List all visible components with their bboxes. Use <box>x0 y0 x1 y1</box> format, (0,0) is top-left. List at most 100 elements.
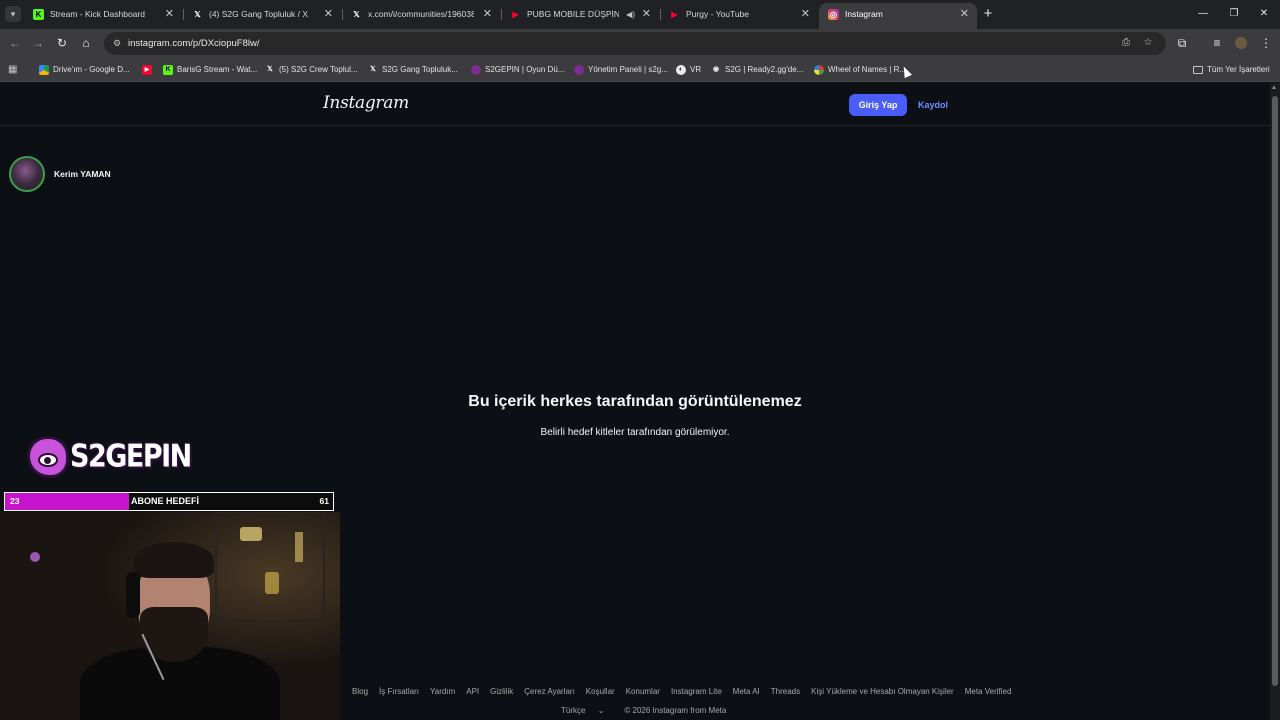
footer-link-jobs[interactable]: İş Fırsatları <box>379 687 419 696</box>
tab-x-communities-url[interactable]: 𝕏 x.com/i/communities/19603868 ✕ <box>342 3 500 26</box>
bookmark-star-icon[interactable]: ☆ <box>1141 36 1155 50</box>
subscriber-target: 61 <box>319 496 329 506</box>
language-label: Türkçe <box>561 706 586 715</box>
menu-dots-icon[interactable]: ⋮ <box>1257 34 1275 52</box>
close-window-icon[interactable]: ✕ <box>1255 5 1273 23</box>
subscriber-count: 23 <box>10 496 20 506</box>
footer-link-terms[interactable]: Koşullar <box>586 687 615 696</box>
instagram-icon: ◎ <box>828 9 839 20</box>
profile-name[interactable]: Kerim YAMAN <box>54 169 111 179</box>
tab-pubg-mobile[interactable]: ▶ PUBG MOBILE DÜŞPİN LİGİ ◀) ✕ <box>501 3 659 26</box>
language-select[interactable]: Türkçe ⌄ <box>561 706 614 715</box>
bookmark-vr[interactable]: ◐ VR <box>676 58 701 82</box>
footer-link-locations[interactable]: Konumlar <box>626 687 660 696</box>
youtube-icon: ▶ <box>142 64 152 75</box>
subscriber-goal-fill <box>5 493 129 510</box>
close-icon[interactable]: ✕ <box>165 3 174 26</box>
footer-link-threads[interactable]: Threads <box>771 687 800 696</box>
close-icon[interactable]: ✕ <box>801 3 810 26</box>
footer-link-help[interactable]: Yardım <box>430 687 455 696</box>
mascot-eye <box>38 453 58 467</box>
extensions-icon[interactable]: ⧉ <box>1173 34 1191 52</box>
speaker-icon[interactable]: ◀) <box>626 3 635 26</box>
signup-link[interactable]: Kaydol <box>918 94 948 116</box>
scrollbar-thumb[interactable] <box>1272 96 1278 686</box>
bookmark-s2g-crew[interactable]: 𝕏 (5) S2G Crew Toplul... <box>265 58 357 82</box>
bookmark-wheel-of-names[interactable]: Wheel of Names | R... <box>814 58 906 82</box>
login-button[interactable]: Giriş Yap <box>849 94 907 116</box>
unavailable-title: Bu içerik herkes tarafından görüntülenem… <box>468 393 802 410</box>
x-icon: 𝕏 <box>370 66 376 73</box>
bookmark-s2g-gang[interactable]: 𝕏 S2G Gang Topluluk... <box>368 58 458 82</box>
x-icon: 𝕏 <box>267 66 273 73</box>
tab-kick-dashboard[interactable]: K Stream - Kick Dashboard ✕ <box>24 3 182 26</box>
close-icon[interactable]: ✕ <box>324 3 333 26</box>
bookmark-google-drive[interactable]: Drive'ım - Google D... <box>39 58 130 82</box>
close-icon[interactable]: ✕ <box>483 3 492 26</box>
footer-link-instagram-lite[interactable]: Instagram Lite <box>671 687 722 696</box>
tab-purgy-youtube[interactable]: ▶ Purgy - YouTube ✕ <box>660 3 818 26</box>
scroll-up-icon[interactable]: ▲ <box>1271 85 1277 91</box>
footer-link-contact-upload[interactable]: Kişi Yükleme ve Hesabı Olmayan Kişiler <box>811 687 954 696</box>
unavailable-subtitle: Belirli hedef kitleler tarafından görüle… <box>540 427 730 438</box>
bookmark-s2gepin-oyun[interactable]: S2GEPIN | Oyun Dü... <box>471 58 564 82</box>
reload-icon[interactable]: ↻ <box>53 34 71 52</box>
tab-title: Instagram <box>845 9 883 19</box>
footer-link-cookies[interactable]: Çerez Ayarları <box>524 687 575 696</box>
new-tab-button[interactable]: + <box>980 4 996 24</box>
close-icon[interactable]: ✕ <box>642 3 651 26</box>
profile-avatar[interactable] <box>9 156 45 192</box>
headset-icon <box>126 572 140 618</box>
footer-link-api[interactable]: API <box>466 687 479 696</box>
folder-icon <box>1193 66 1203 74</box>
apps-grid-icon[interactable]: ▦ <box>8 64 19 75</box>
media-controls-icon[interactable]: ≡ <box>1208 34 1226 52</box>
footer-link-privacy[interactable]: Gizlilik <box>490 687 513 696</box>
bookmark-barisg-stream[interactable]: K BarisG Stream - Wat... <box>163 58 257 82</box>
x-icon: 𝕏 <box>353 10 360 19</box>
google-drive-icon <box>39 65 49 75</box>
bookmark-yonetim-paneli[interactable]: Yönetim Paneli | s2g... <box>574 58 668 82</box>
s2gepin-logo: S2GEPIN <box>27 432 192 482</box>
home-icon[interactable]: ⌂ <box>77 34 95 52</box>
s2gepin-icon <box>574 65 584 75</box>
browser-toolbar: ← → ↻ ⌂ ⚙ instagram.com/p/DXciopuF8lw/ ⎙… <box>0 29 1280 58</box>
screen: ▾ K Stream - Kick Dashboard ✕ 𝕏 (4) S2G … <box>0 0 1280 720</box>
kick-icon: K <box>163 65 173 75</box>
instagram-header: Instagram Giriş Yap Kaydol <box>0 83 1270 126</box>
minimize-icon[interactable]: — <box>1194 5 1212 23</box>
brand-text: S2GEPIN <box>70 438 192 475</box>
instagram-logo[interactable]: Instagram <box>323 93 409 113</box>
tab-x-community[interactable]: 𝕏 (4) S2G Gang Topluluk / X ✕ <box>183 3 341 26</box>
forward-icon[interactable]: → <box>29 34 47 52</box>
page-scrollbar[interactable]: ▲ <box>1270 83 1280 720</box>
bookmark-youtube[interactable]: ▶ <box>142 58 156 82</box>
wheel-icon <box>814 65 824 75</box>
x-icon: 𝕏 <box>194 10 201 19</box>
restore-icon[interactable]: ❐ <box>1225 5 1243 23</box>
install-app-icon[interactable]: ⎙ <box>1119 36 1133 50</box>
tab-search-icon[interactable]: ▾ <box>5 6 21 22</box>
footer-link-meta-ai[interactable]: Meta AI <box>733 687 760 696</box>
s2gepin-icon <box>471 65 481 75</box>
chevron-down-icon: ⌄ <box>597 706 605 715</box>
copyright: © 2026 Instagram from Meta <box>624 706 727 715</box>
tab-title: Stream - Kick Dashboard <box>50 9 145 19</box>
bookmark-ready2gg[interactable]: ◉ S2G | Ready2.gg'de... <box>711 58 803 82</box>
footer-link-blog[interactable]: Blog <box>352 687 368 696</box>
tab-title: (4) S2G Gang Topluluk / X <box>209 9 309 19</box>
site-info-icon[interactable]: ⚙ <box>111 37 123 49</box>
footer-link-meta-verified[interactable]: Meta Verified <box>965 687 1012 696</box>
kick-icon: K <box>33 9 44 20</box>
subscriber-goal-bar: 23 ABONE HEDEFİ 61 <box>4 492 334 511</box>
tab-title: Purgy - YouTube <box>686 9 750 19</box>
back-icon[interactable]: ← <box>6 34 24 52</box>
footer-bottom: Türkçe ⌄ © 2026 Instagram from Meta <box>561 706 736 715</box>
tab-instagram[interactable]: ◎ Instagram ✕ <box>819 3 977 29</box>
subscriber-goal-label: ABONE HEDEFİ <box>131 496 200 506</box>
close-icon[interactable]: ✕ <box>960 3 969 26</box>
url-text[interactable]: instagram.com/p/DXciopuF8lw/ <box>128 32 259 55</box>
profile-avatar-icon[interactable] <box>1232 34 1250 52</box>
address-bar[interactable]: ⚙ instagram.com/p/DXciopuF8lw/ <box>104 32 1166 55</box>
all-bookmarks-folder[interactable]: Tüm Yer İşaretleri <box>1193 58 1270 82</box>
